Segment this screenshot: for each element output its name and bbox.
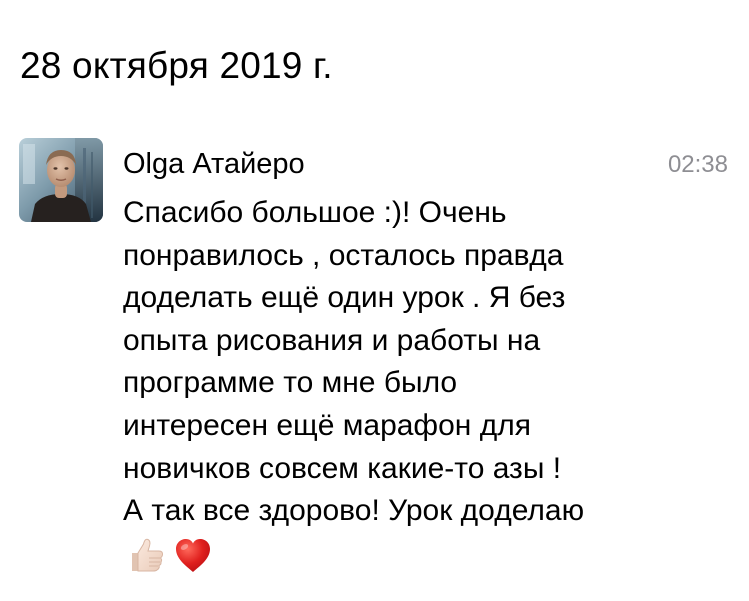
message-timestamp: 02:38 [667,151,728,178]
avatar-photo [19,138,103,222]
date-header: 28 октября 2019 г. [20,45,333,86]
emoji-row [126,533,214,577]
author-name[interactable]: Olga Атайеро [123,144,305,184]
avatar[interactable] [19,138,103,222]
thumbs-up-icon [132,538,164,572]
message-item: Olga Атайеро 02:38 Спасибо большое :)! О… [0,138,749,601]
message-text: Спасибо большое :)! Очень понравилось , … [123,196,585,528]
red-heart-icon [176,539,210,572]
